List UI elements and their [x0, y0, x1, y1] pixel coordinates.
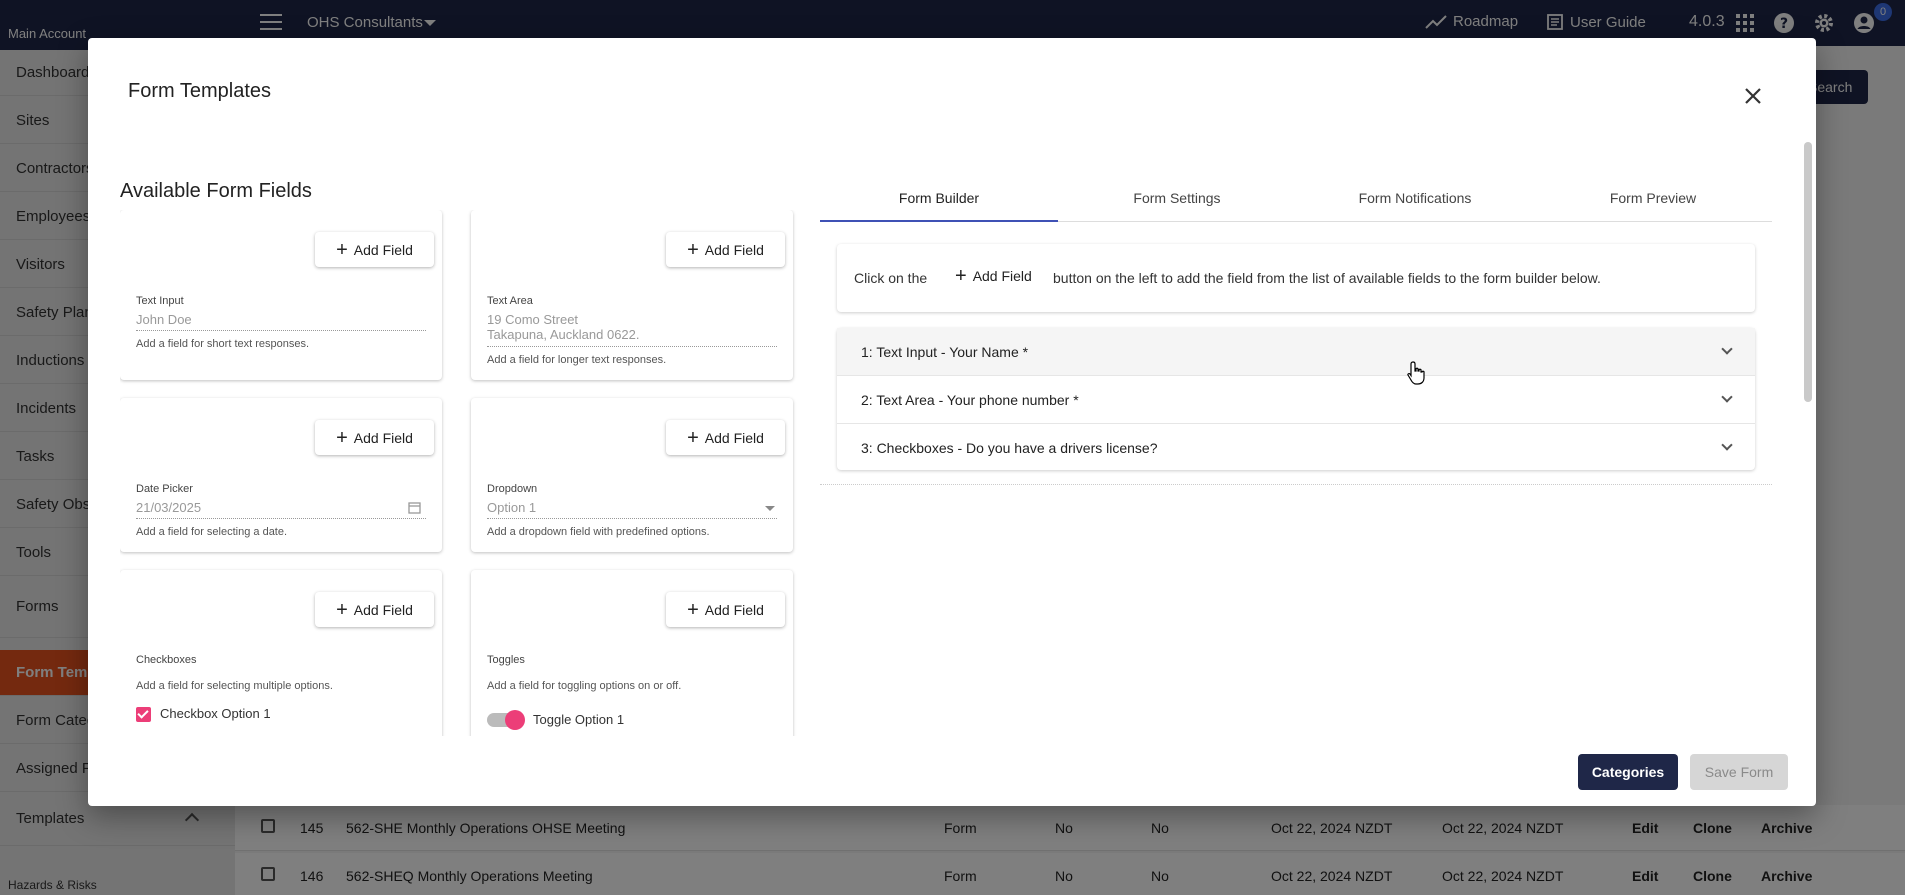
field-description: Add a field for selecting a date. [136, 526, 288, 538]
form-field-title: 3: Checkboxes - Do you have a drivers li… [861, 440, 1158, 456]
tab-form-builder[interactable]: Form Builder [820, 182, 1058, 222]
calendar-icon [408, 502, 421, 514]
inline-add-field-label: Add Field [972, 268, 1032, 284]
field-description: Add a field for selecting multiple optio… [136, 680, 333, 692]
plus-icon: + [687, 238, 699, 261]
form-field-title: 2: Text Area - Your phone number * [861, 392, 1079, 408]
hand-pointer-icon [1407, 361, 1425, 385]
field-sample-value: Option 1 [487, 500, 537, 515]
field-card-checkboxes: + Add Field Checkboxes Add a field for se… [120, 570, 442, 736]
tab-form-notifications[interactable]: Form Notifications [1296, 182, 1534, 222]
chevron-down-icon[interactable] [1721, 343, 1733, 355]
plus-icon: + [687, 598, 699, 621]
dialog-title: Form Templates [128, 80, 272, 102]
toggle-knob [505, 710, 525, 730]
field-underline [487, 518, 777, 519]
field-label: Text Area [487, 295, 533, 307]
add-field-button[interactable]: + Add Field [315, 420, 434, 455]
add-field-button[interactable]: + Add Field [666, 592, 785, 627]
field-card-text-input: + Add Field Text Input John Doe Add a fie… [120, 210, 442, 380]
field-description: Add a dropdown field with predefined opt… [487, 526, 710, 538]
checkbox-checked[interactable] [136, 707, 151, 722]
add-field-button[interactable]: + Add Field [315, 232, 434, 267]
field-underline [136, 518, 426, 519]
field-description: Add a field for short text responses. [136, 338, 310, 350]
field-description: Add a field for longer text responses. [487, 354, 667, 366]
form-builder-field-list: 1: Text Input - Your Name * 2: Text Area… [837, 328, 1755, 470]
add-field-label: Add Field [704, 241, 764, 258]
field-card-date-picker: + Add Field Date Picker 21/03/2025 Add a … [120, 398, 442, 552]
chevron-down-icon[interactable] [1721, 439, 1733, 451]
dialog-scrollbar[interactable] [1804, 142, 1812, 402]
add-field-button[interactable]: + Add Field [315, 592, 434, 627]
available-fields-title: Available Form Fields [120, 180, 312, 202]
plus-icon: + [336, 598, 348, 621]
field-sample-value: 21/03/2025 [136, 500, 202, 515]
field-label: Toggles [487, 654, 525, 666]
form-templates-dialog: Form Templates Available Form Fields + Ad… [88, 38, 1816, 806]
list-item[interactable]: 3: Checkboxes - Do you have a drivers li… [837, 424, 1755, 472]
add-field-label: Add Field [353, 429, 413, 446]
close-icon[interactable] [1741, 84, 1765, 108]
inline-add-field-hint: + Add Field [955, 265, 1032, 287]
field-underline [487, 346, 777, 347]
form-tabs: Form Builder Form Settings Form Notifica… [820, 182, 1772, 222]
add-field-button[interactable]: + Add Field [666, 232, 785, 267]
list-item[interactable]: 1: Text Input - Your Name * [837, 328, 1755, 376]
add-field-label: Add Field [704, 429, 764, 446]
field-card-toggles: + Add Field Toggles Add a field for toggl… [471, 570, 793, 736]
plus-icon: + [687, 426, 699, 449]
list-item[interactable]: 2: Text Area - Your phone number * [837, 376, 1755, 424]
field-sample-value: Takapuna, Auckland 0622. [487, 327, 640, 342]
chevron-down-icon[interactable] [1721, 391, 1733, 403]
field-label: Date Picker [136, 483, 193, 495]
save-form-button[interactable]: Save Form [1690, 754, 1788, 790]
add-field-button[interactable]: + Add Field [666, 420, 785, 455]
builder-instructions: Click on the + Add Field button on the l… [837, 244, 1755, 312]
add-field-label: Add Field [353, 601, 413, 618]
instructions-suffix: button on the left to add the field from… [1053, 270, 1601, 286]
field-label: Dropdown [487, 483, 538, 495]
field-sample-value: 19 Como Street [487, 312, 579, 327]
checkbox-option-label: Checkbox Option 1 [160, 706, 271, 721]
tab-form-settings[interactable]: Form Settings [1058, 182, 1296, 222]
divider [820, 484, 1772, 485]
instructions-prefix: Click on the [854, 270, 928, 286]
field-label: Checkboxes [136, 654, 197, 666]
plus-icon: + [336, 238, 348, 261]
add-field-label: Add Field [704, 601, 764, 618]
field-underline [136, 330, 426, 331]
available-fields-list: + Add Field Text Input John Doe Add a fie… [120, 210, 798, 736]
field-card-dropdown: + Add Field Dropdown Option 1 Add a dropd… [471, 398, 793, 552]
field-label: Text Input [136, 295, 184, 307]
field-card-text-area: + Add Field Text Area 19 Como Street Taka… [471, 210, 793, 380]
caret-down-icon [765, 506, 775, 511]
field-sample-value: John Doe [136, 312, 192, 327]
categories-button[interactable]: Categories [1578, 754, 1678, 790]
plus-icon: + [336, 426, 348, 449]
field-description: Add a field for toggling options on or o… [487, 680, 682, 692]
form-field-title: 1: Text Input - Your Name * [861, 344, 1029, 360]
tab-form-preview[interactable]: Form Preview [1534, 182, 1772, 222]
toggle-option-label: Toggle Option 1 [533, 712, 625, 727]
add-field-label: Add Field [353, 241, 413, 258]
plus-icon: + [955, 265, 967, 287]
